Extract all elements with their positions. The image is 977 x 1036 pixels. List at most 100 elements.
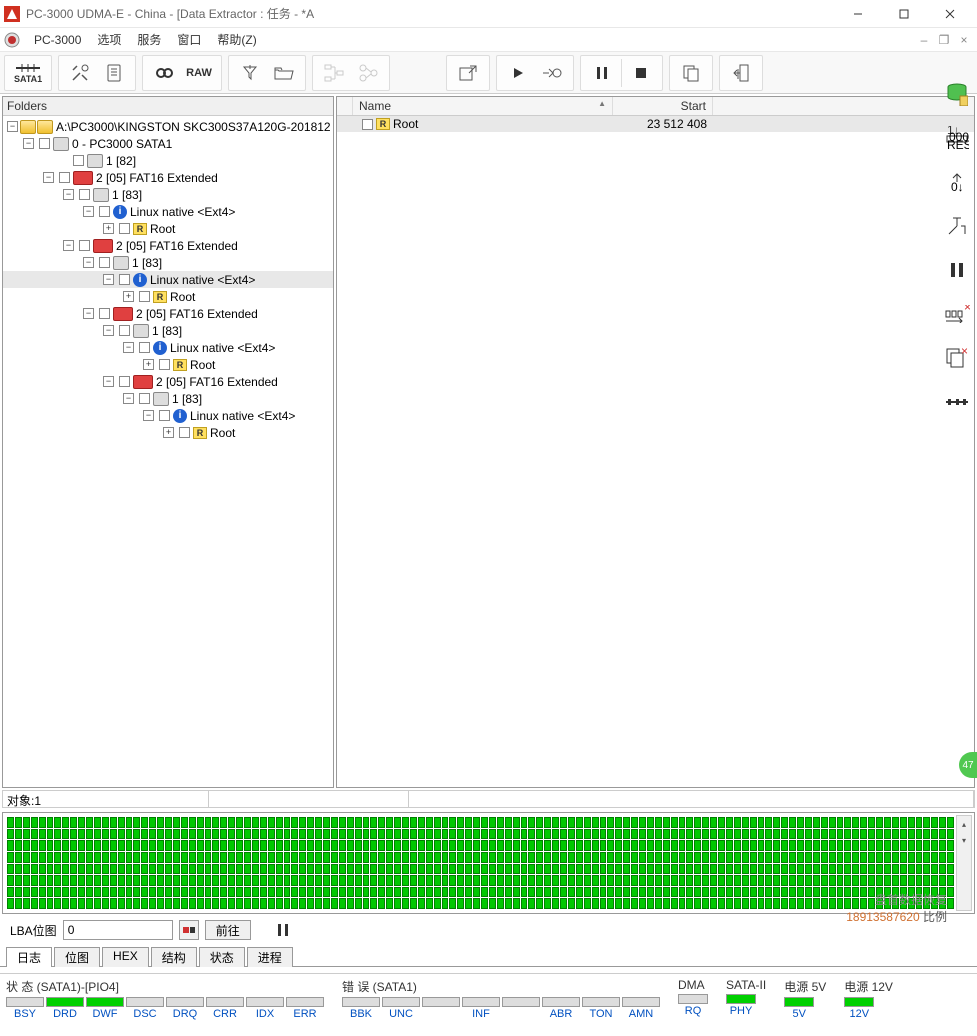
mdi-close-button[interactable]: × [955, 33, 973, 47]
tree-item[interactable]: Root [150, 222, 175, 236]
step-button[interactable] [535, 57, 569, 89]
app-icon [4, 6, 20, 22]
list-row[interactable]: RRoot 23 512 408 [337, 116, 974, 132]
copy-button[interactable] [674, 57, 708, 89]
raw-button[interactable]: RAW [181, 57, 217, 89]
sub-app-icon [4, 32, 20, 48]
tree-item[interactable]: 1 [82] [106, 154, 136, 168]
sector-map-icon[interactable]: × [943, 300, 971, 328]
probe-icon[interactable] [943, 212, 971, 240]
tree-item[interactable]: 1 [83] [172, 392, 202, 406]
tree-item[interactable]: 2 [05] FAT16 Extended [116, 239, 238, 253]
menu-help[interactable]: 帮助(Z) [209, 29, 264, 50]
col-name[interactable]: Name▲ [353, 97, 613, 115]
pointer-zero-icon[interactable]: 0↓ [943, 168, 971, 196]
tree-item[interactable]: 2 [05] FAT16 Extended [136, 307, 258, 321]
lba-go-button[interactable]: 前往 [205, 920, 251, 940]
tools-button[interactable] [63, 57, 97, 89]
folder-icon [20, 120, 36, 134]
tree-link-button[interactable] [351, 57, 385, 89]
tree-item[interactable]: Root [190, 358, 215, 372]
svg-text:×: × [961, 347, 968, 358]
led-label: ERR [286, 1008, 324, 1020]
filter-down-button[interactable] [233, 57, 267, 89]
maximize-button[interactable] [881, 0, 927, 28]
pause-button[interactable] [585, 57, 619, 89]
led-label: PHY [726, 1005, 756, 1017]
tree-item[interactable]: 1 [83] [112, 188, 142, 202]
led-label: RQ [678, 1005, 708, 1017]
main-area: Folders −A:\PC3000\KINGSTON SKC300S37A12… [0, 94, 977, 790]
titlebar: PC-3000 UDMA-E - China - [Data Extractor… [0, 0, 977, 28]
tree-select-button[interactable] [317, 57, 351, 89]
stop-button[interactable] [624, 57, 658, 89]
lba-marker-icon[interactable] [179, 920, 199, 940]
timeline-icon[interactable] [943, 388, 971, 416]
mdi-minimize-button[interactable]: – [915, 33, 933, 47]
tree-item[interactable]: 2 [05] FAT16 Extended [96, 171, 218, 185]
tree-item[interactable]: 0 - PC3000 SATA1 [72, 137, 172, 151]
checkbox[interactable] [73, 155, 84, 166]
tab-hex[interactable]: HEX [102, 947, 149, 967]
led-label: BSY [6, 1008, 44, 1020]
checkbox[interactable] [39, 138, 50, 149]
tree-item[interactable]: Root [210, 426, 235, 440]
close-button[interactable] [927, 0, 973, 28]
info-icon: i [113, 205, 127, 219]
disk-stack-icon[interactable] [943, 80, 971, 108]
led-label [422, 1008, 460, 1020]
lba-pause-icon[interactable] [277, 923, 289, 937]
bottom-tabs: 日志 位图 HEX 结构 状态 进程 [0, 944, 977, 967]
log-button[interactable] [97, 57, 131, 89]
tree-item[interactable]: Root [170, 290, 195, 304]
led-label: IDX [246, 1008, 284, 1020]
tab-bitmap[interactable]: 位图 [54, 947, 100, 967]
exit-button[interactable] [724, 57, 758, 89]
folder-tree[interactable]: −A:\PC3000\KINGSTON SKC300S37A120G-20181… [3, 116, 333, 787]
tab-status[interactable]: 状态 [199, 947, 245, 967]
window-title: PC-3000 UDMA-E - China - [Data Extractor… [26, 5, 835, 22]
play-button[interactable] [501, 57, 535, 89]
tree-item[interactable]: 1 [83] [132, 256, 162, 270]
led [726, 994, 756, 1004]
led [784, 997, 814, 1007]
lba-input[interactable] [63, 920, 173, 940]
pause-icon[interactable] [943, 256, 971, 284]
led [342, 997, 380, 1007]
tab-log[interactable]: 日志 [6, 947, 52, 967]
tree-root[interactable]: A:\PC3000\KINGSTON SKC300S37A120G-201812 [56, 120, 331, 134]
led [126, 997, 164, 1007]
svg-text:×: × [964, 305, 970, 314]
led-label: TON [582, 1008, 620, 1020]
led [246, 997, 284, 1007]
menu-options[interactable]: 选项 [89, 29, 129, 50]
led-status-bar: 状 态 (SATA1)-[PIO4] BSYDRDDWFDSCDRQCRRIDX… [0, 973, 977, 1022]
sector-map[interactable]: ▴▾ [2, 812, 975, 914]
led-label: DRQ [166, 1008, 204, 1020]
map-scrollbar[interactable]: ▴▾ [956, 815, 972, 911]
led-label: ABR [542, 1008, 580, 1020]
led-label: DSC [126, 1008, 164, 1020]
led [502, 997, 540, 1007]
tree-item[interactable]: Linux native <Ext4> [170, 341, 275, 355]
tree-item[interactable]: 1 [83] [152, 324, 182, 338]
sata-port-button[interactable]: SATA1 [9, 57, 47, 89]
menu-window[interactable]: 窗口 [169, 29, 209, 50]
copy-sectors-icon[interactable]: × [943, 344, 971, 372]
export-button[interactable] [451, 57, 485, 89]
reset-icon[interactable]: 1↓0001RESET [943, 124, 971, 152]
tab-process[interactable]: 进程 [247, 947, 293, 967]
svg-text:RESET: RESET [947, 138, 969, 150]
tree-item-selected[interactable]: Linux native <Ext4> [150, 273, 255, 287]
tree-item[interactable]: 2 [05] FAT16 Extended [156, 375, 278, 389]
menu-services[interactable]: 服务 [129, 29, 169, 50]
mdi-restore-button[interactable]: ❐ [935, 33, 953, 47]
led [86, 997, 124, 1007]
col-start[interactable]: Start [613, 97, 713, 115]
folder-open-button[interactable] [267, 57, 301, 89]
search-button[interactable] [147, 57, 181, 89]
tree-item[interactable]: Linux native <Ext4> [190, 409, 295, 423]
tab-struct[interactable]: 结构 [151, 947, 197, 967]
minimize-button[interactable] [835, 0, 881, 28]
tree-item[interactable]: Linux native <Ext4> [130, 205, 235, 219]
